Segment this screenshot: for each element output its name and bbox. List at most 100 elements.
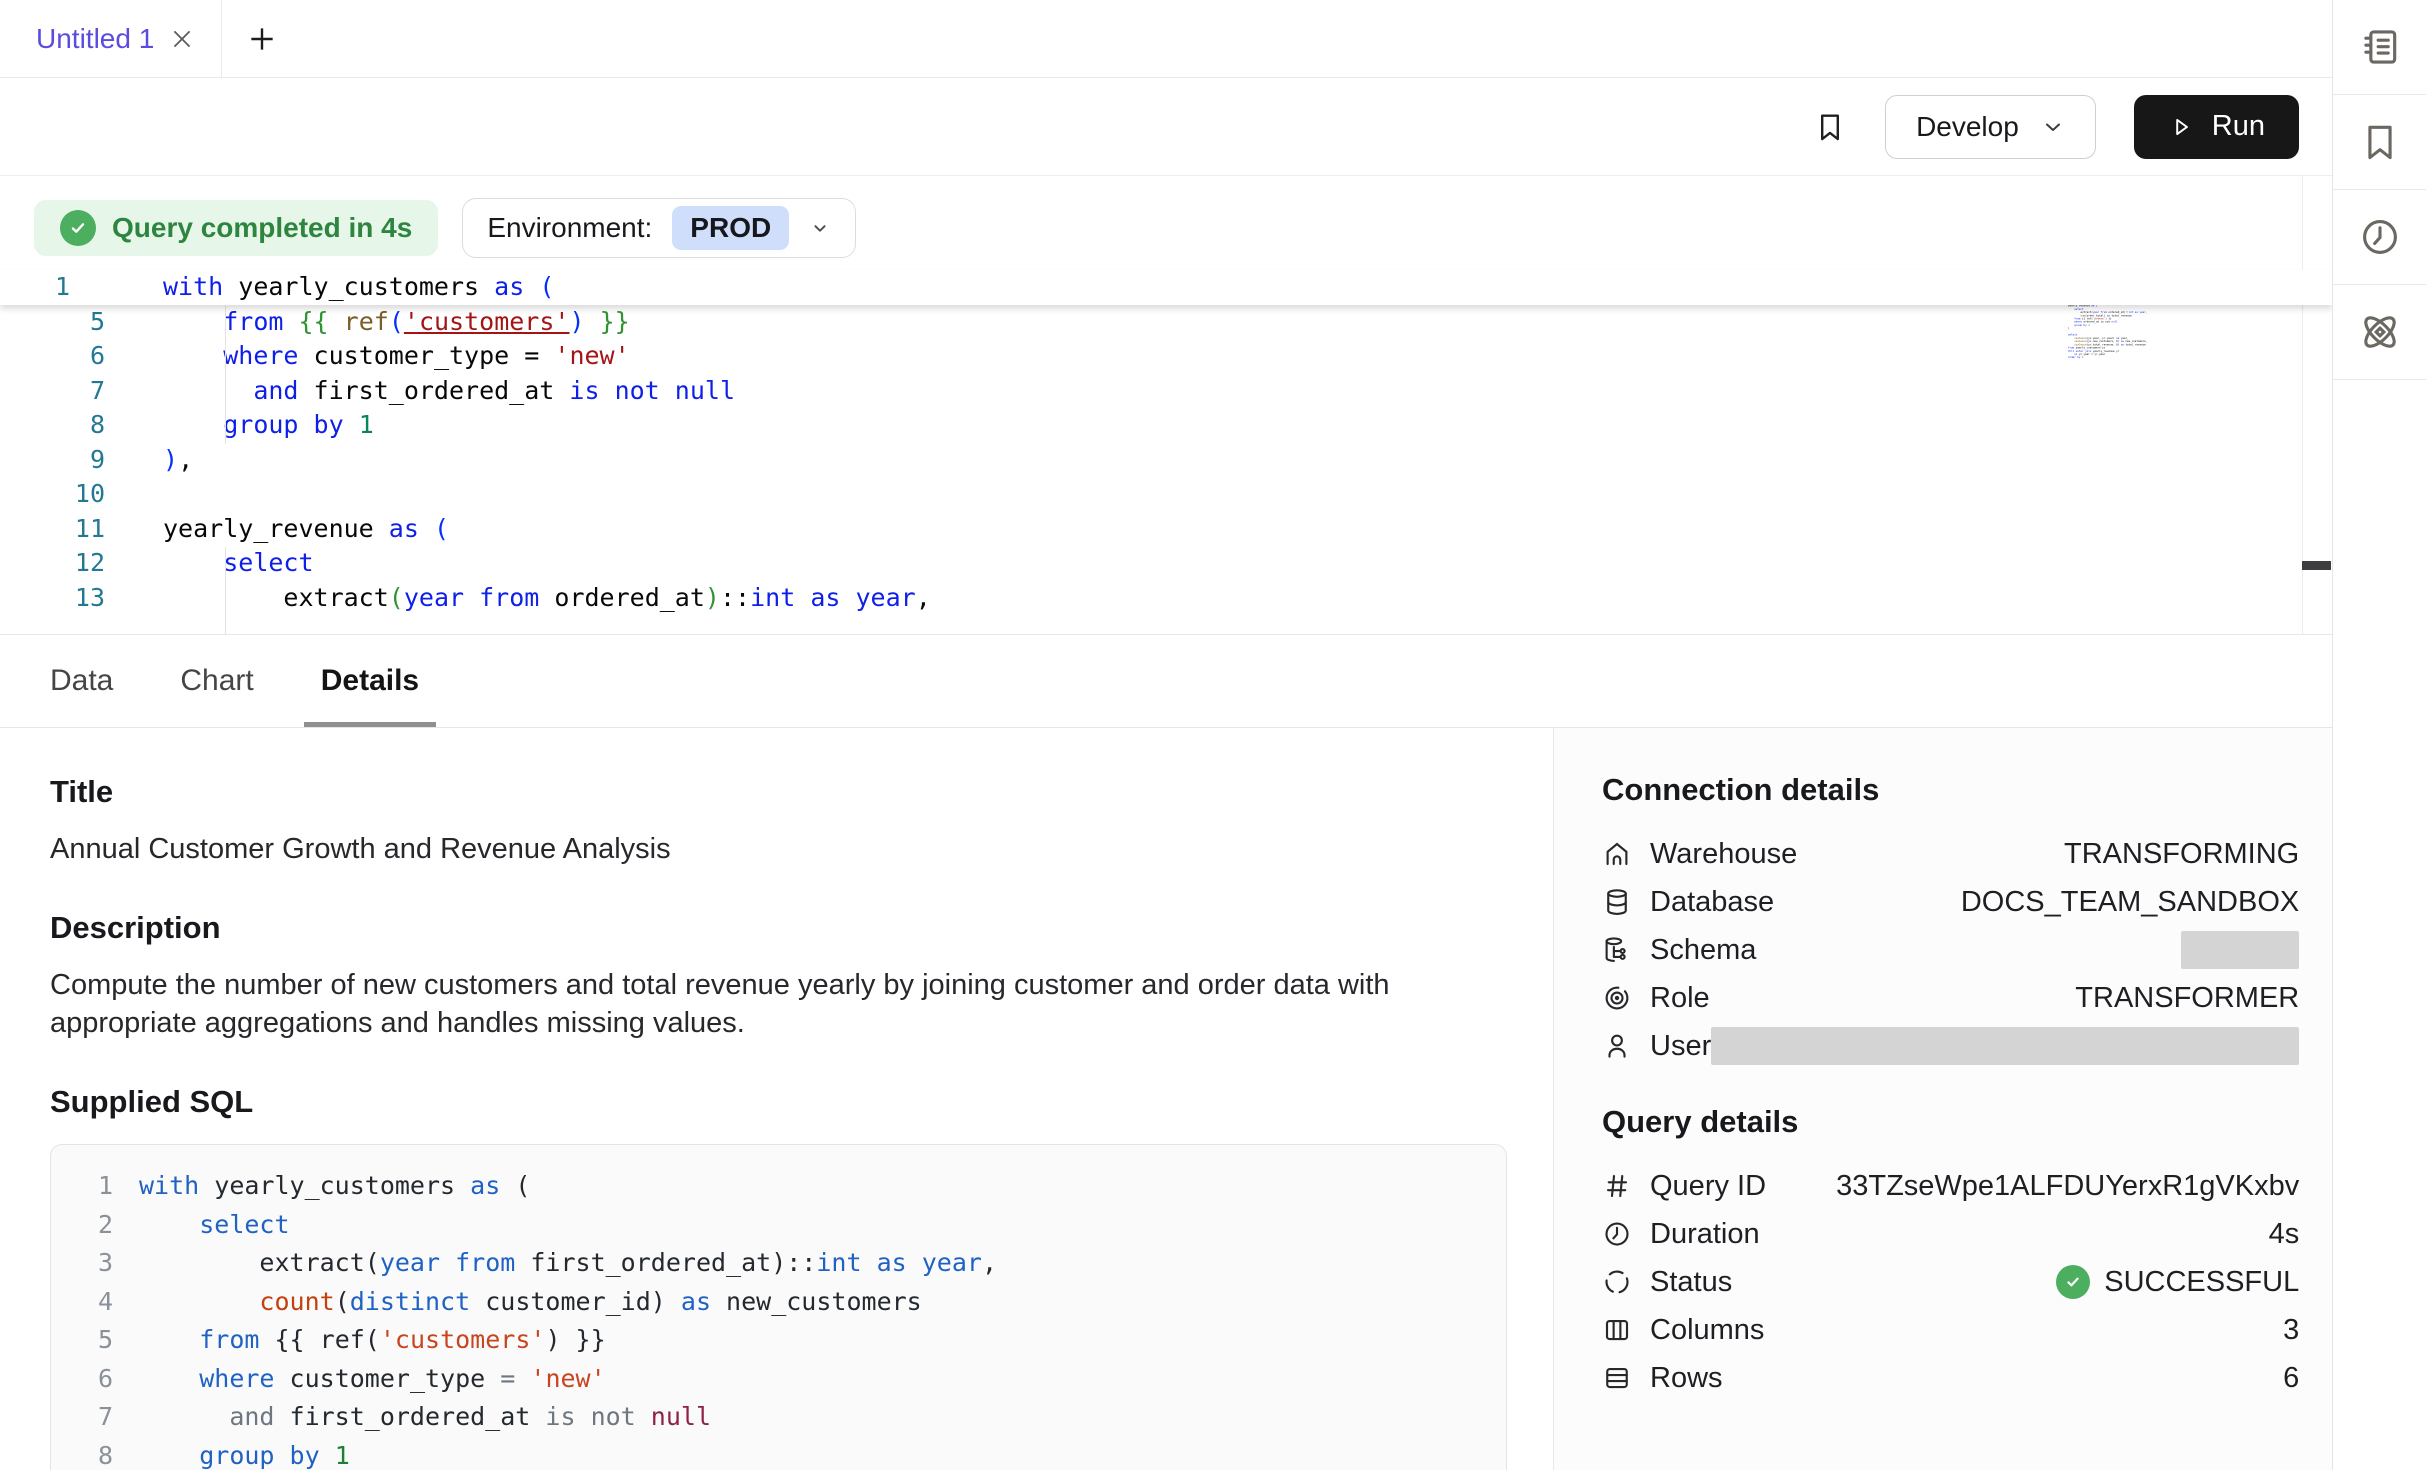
query-row: Status SUCCESSFUL <box>1602 1258 2299 1306</box>
indent-guide <box>225 306 226 444</box>
plus-icon <box>246 23 278 55</box>
user-icon <box>1602 1031 1632 1061</box>
code-line: 10 <box>0 477 2332 512</box>
bookmark-icon <box>1813 110 1847 144</box>
user-label: User <box>1650 1030 1711 1063</box>
chevron-down-icon <box>809 217 831 239</box>
code-line: 11yearly_revenue as ( <box>0 512 2332 547</box>
play-icon <box>2168 114 2194 140</box>
connection-details-heading: Connection details <box>1602 772 2299 808</box>
environment-select[interactable]: Environment: PROD <box>462 198 856 258</box>
run-label: Run <box>2212 110 2265 143</box>
editor-scrollbar-thumb[interactable] <box>2302 561 2331 570</box>
code-line: 2 select <box>75 1206 1506 1245</box>
results-tabbar: Data Chart Details <box>0 635 2332 728</box>
code-line: 12 select <box>0 546 2332 581</box>
database-value: DOCS_TEAM_SANDBOX <box>1961 886 2299 919</box>
query-status-badge: Query completed in 4s <box>34 200 438 256</box>
tab-data[interactable]: Data <box>33 635 130 727</box>
rows-value: 6 <box>2283 1362 2299 1395</box>
close-tab-icon[interactable] <box>169 26 195 52</box>
hash-icon <box>1602 1171 1632 1201</box>
database-icon <box>1602 887 1632 917</box>
code-line: 5 from {{ ref('customers') }} <box>0 305 2332 340</box>
sidebar-bookmark-button[interactable] <box>2333 95 2426 190</box>
sidebar-notebook-button[interactable] <box>2333 0 2426 95</box>
warehouse-value: TRANSFORMING <box>2064 838 2299 871</box>
editor-lines: 5 from {{ ref('customers') }}6 where cus… <box>0 305 2332 616</box>
description-heading: Description <box>50 910 1505 946</box>
notebook-icon <box>2358 25 2402 69</box>
query-row: Rows6 <box>1602 1354 2299 1402</box>
details-sidebar: Connection details Warehouse TRANSFORMING… <box>1553 728 2347 1470</box>
code-line: 6 where customer_type = 'new' <box>0 339 2332 374</box>
main-column: Untitled 1 Develop Run <box>0 0 2332 1470</box>
code-line: 7 and first_ordered_at is not null <box>0 374 2332 409</box>
code-line: 6 where customer_type = 'new' <box>75 1360 1506 1399</box>
sidebar-history-clock-button[interactable] <box>2333 190 2426 285</box>
code-line: 1with yearly_customers as ( <box>75 1167 1506 1206</box>
run-button[interactable]: Run <box>2134 95 2299 159</box>
description-text: Compute the number of new customers and … <box>50 966 1440 1042</box>
success-check-icon <box>2056 1265 2090 1299</box>
rows-icon <box>1602 1363 1632 1393</box>
user-redacted-value <box>1711 1027 2299 1065</box>
tab-details[interactable]: Details <box>304 635 436 727</box>
environment-label: Environment: <box>487 212 652 244</box>
schema-label: Schema <box>1650 934 1756 967</box>
query-row: Duration 4s <box>1602 1210 2299 1258</box>
role-icon <box>1602 983 1632 1013</box>
schema-redacted-value <box>2181 931 2299 969</box>
connection-row: Schema <box>1602 926 2299 974</box>
code-line: 5 from {{ ref('customers') }} <box>75 1321 1506 1360</box>
role-value: TRANSFORMER <box>2075 982 2299 1015</box>
query-row: Columns 3 <box>1602 1306 2299 1354</box>
query-id-value: 33TZseWpe1ALFDUYerxR1gVKxbv <box>1836 1170 2299 1203</box>
warehouse-label: Warehouse <box>1650 838 1797 871</box>
query-details-rows: Query ID33TZseWpe1ALFDUYerxR1gVKxbvDurat… <box>1602 1162 2299 1402</box>
tab-chart[interactable]: Chart <box>163 635 270 727</box>
code-line: 3 extract(year from first_ordered_at)::i… <box>75 1244 1506 1283</box>
connection-row: Role TRANSFORMER <box>1602 974 2299 1022</box>
columns-label: Columns <box>1650 1314 1764 1347</box>
supplied-sql-heading: Supplied SQL <box>50 1084 1505 1120</box>
status-value: SUCCESSFUL <box>2104 1266 2299 1299</box>
columns-value: 3 <box>2283 1314 2299 1347</box>
editor-toolbar: Develop Run <box>0 78 2332 176</box>
database-label: Database <box>1650 886 1774 919</box>
duration-value: 4s <box>2269 1218 2300 1251</box>
lineage-icon <box>2358 310 2402 354</box>
sidebar-lineage-button[interactable] <box>2333 285 2426 380</box>
develop-label: Develop <box>1916 111 2019 143</box>
clock-icon <box>1602 1219 1632 1249</box>
tab-untitled-1[interactable]: Untitled 1 <box>0 0 222 77</box>
code-line: 1with yearly_customers as ( <box>0 270 2332 305</box>
code-line: 13 extract(year from ordered_at)::int as… <box>0 581 2332 616</box>
right-icon-sidebar <box>2332 0 2426 1470</box>
query-status-text: Query completed in 4s <box>112 212 412 244</box>
duration-label: Duration <box>1650 1218 1760 1251</box>
code-line: 9), <box>0 443 2332 478</box>
indent-guide <box>225 547 226 635</box>
bookmark-button[interactable] <box>1813 110 1847 144</box>
query-row: Query ID33TZseWpe1ALFDUYerxR1gVKxbv <box>1602 1162 2299 1210</box>
status-label: Status <box>1650 1266 1732 1299</box>
develop-dropdown[interactable]: Develop <box>1885 95 2096 159</box>
details-main: Title Annual Customer Growth and Revenue… <box>0 728 1553 1470</box>
title-heading: Title <box>50 774 1505 810</box>
sql-editor[interactable]: 1with yearly_customers as ( 5 from {{ re… <box>0 270 2332 634</box>
app-window: Untitled 1 Develop Run <box>0 0 2426 1470</box>
code-line: 4 count(distinct customer_id) as new_cus… <box>75 1283 1506 1322</box>
home-icon <box>1602 839 1632 869</box>
connection-row: User <box>1602 1022 2299 1070</box>
editor-status-row: Query completed in 4s Environment: PROD <box>34 198 856 258</box>
environment-value-badge: PROD <box>672 206 789 250</box>
editor-sticky-line: 1with yearly_customers as ( <box>0 270 2332 305</box>
new-tab-button[interactable] <box>222 0 302 77</box>
connection-row: Database DOCS_TEAM_SANDBOX <box>1602 878 2299 926</box>
query-details-heading: Query details <box>1602 1104 2299 1140</box>
columns-icon <box>1602 1315 1632 1345</box>
connection-details-rows: Warehouse TRANSFORMING Database DOCS_TEAM_S… <box>1602 830 2299 1070</box>
role-label: Role <box>1650 982 1710 1015</box>
history-clock-icon <box>2358 215 2402 259</box>
